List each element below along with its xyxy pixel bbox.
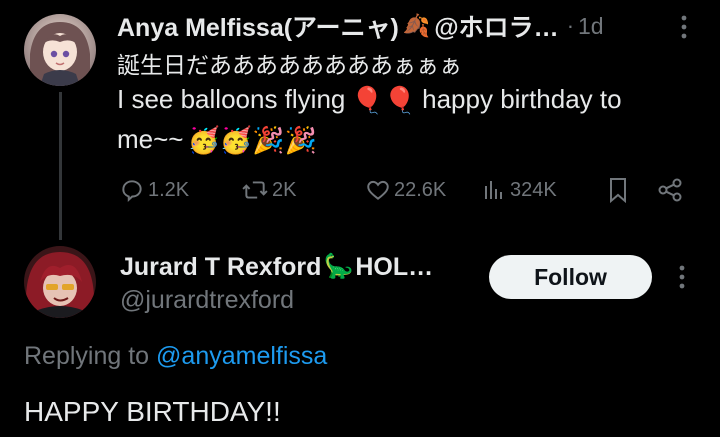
like-button[interactable]: 22.6K [364,175,446,205]
party-emojis: 🥳🥳🎉🎉 [187,124,318,155]
replying-to-label: Replying to [24,342,150,370]
follow-button[interactable]: Follow [489,255,652,299]
more-options-icon[interactable] [674,12,694,42]
reply-button[interactable]: 1.2K [118,175,189,205]
tweet-text-line-2: I see balloons flying 🎈🎈 happy birthday … [117,84,622,115]
reply-text: HAPPY BIRTHDAY!! [24,396,281,427]
author-name[interactable]: Anya Melfissa(アーニャ) [117,8,399,44]
author-handle[interactable]: @ホロラ… [434,8,558,44]
replying-to-handle-link[interactable]: @anyamelfissa [156,342,327,370]
retweet-count: 2K [272,178,297,201]
retweet-icon [242,181,268,199]
bookmark-icon[interactable] [606,176,630,204]
views-button[interactable]: 324K [482,175,557,205]
reply-author-handle[interactable]: @jurardtrexford [120,286,294,315]
reply-header: Jurard T Rexford 🦕 HOL… [120,250,433,284]
reply-more-options-icon[interactable] [672,262,692,292]
retweet-button[interactable]: 2K [240,175,296,205]
time-separator: · [566,13,575,38]
reply-author-emoji: 🦕 [323,253,354,280]
heart-icon [367,180,389,200]
tweet-text-line-3: me~~ 🥳🥳🎉🎉 [117,124,317,155]
replying-to-line: Replying to @anyamelfissa [24,342,327,371]
tweet-header: Anya Melfissa(アーニャ) 🍂 @ホロラ… · 1d [117,8,604,44]
views-chart-icon [485,181,502,199]
thread-connector-line [59,92,62,240]
reply-icon [122,180,142,203]
author-name-emoji: 🍂 [402,13,431,38]
avatar-jurard[interactable] [24,246,96,318]
avatar-anya[interactable] [24,14,96,86]
views-count: 324K [510,178,557,201]
balloon-emojis: 🎈🎈 [351,84,417,115]
tweet-time[interactable]: 1d [578,13,604,40]
share-icon[interactable] [656,176,684,204]
reply-author-suffix[interactable]: HOL… [355,253,433,282]
like-count: 22.6K [394,178,447,201]
reply-count: 1.2K [148,178,190,201]
reply-author-name[interactable]: Jurard T Rexford [120,253,321,282]
tweet-text-line-1: 誕生日だああああああああぁぁぁ [117,52,462,78]
